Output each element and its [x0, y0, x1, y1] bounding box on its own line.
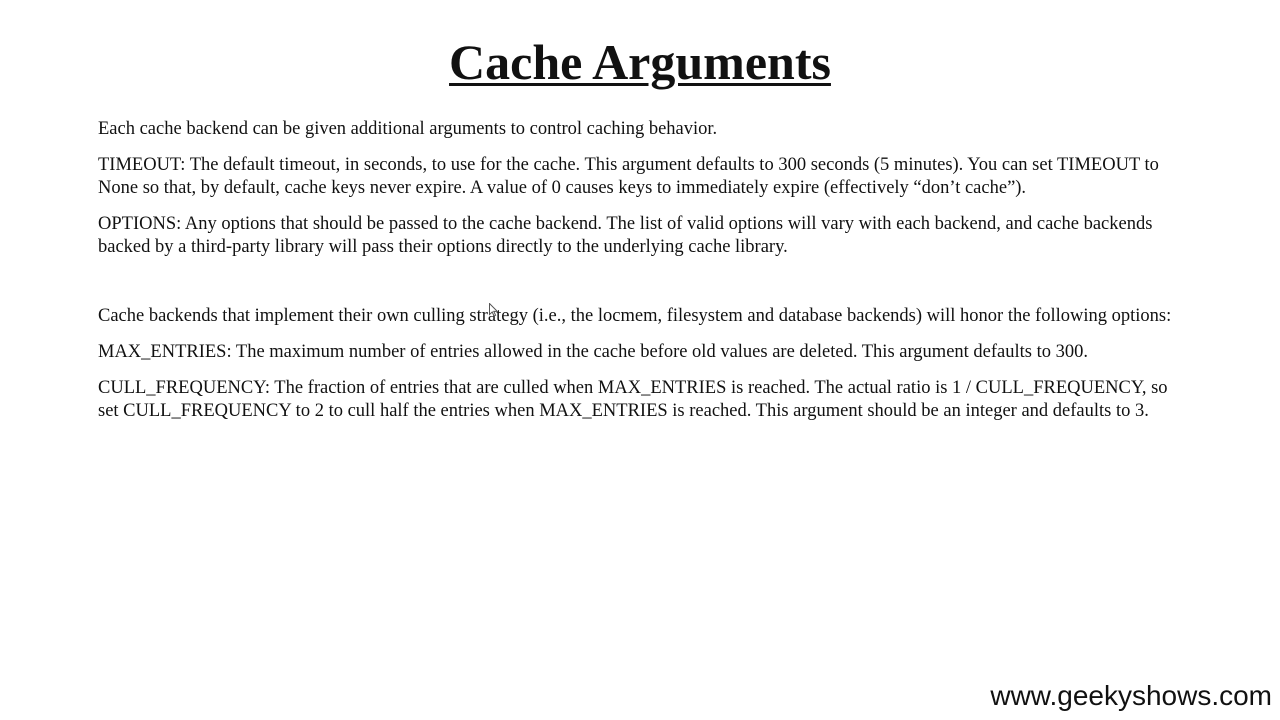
slide-title: Cache Arguments: [0, 32, 1280, 92]
culling-intro-paragraph: Cache backends that implement their own …: [98, 306, 1172, 326]
mouse-pointer-icon: [489, 303, 498, 317]
slide-title-text: Cache Arguments: [449, 34, 831, 90]
timeout-paragraph: TIMEOUT: The default timeout, in seconds…: [98, 155, 1159, 198]
watermark-url: www.geekyshows.com: [990, 680, 1272, 711]
max-entries-paragraph: MAX_ENTRIES: The maximum number of entri…: [98, 342, 1088, 362]
slide-body: Each cache backend can be given addition…: [98, 118, 1188, 436]
cull-frequency-paragraph: CULL_FREQUENCY: The fraction of entries …: [98, 378, 1168, 421]
options-paragraph: OPTIONS: Any options that should be pass…: [98, 214, 1153, 257]
intro-paragraph: Each cache backend can be given addition…: [98, 119, 718, 139]
